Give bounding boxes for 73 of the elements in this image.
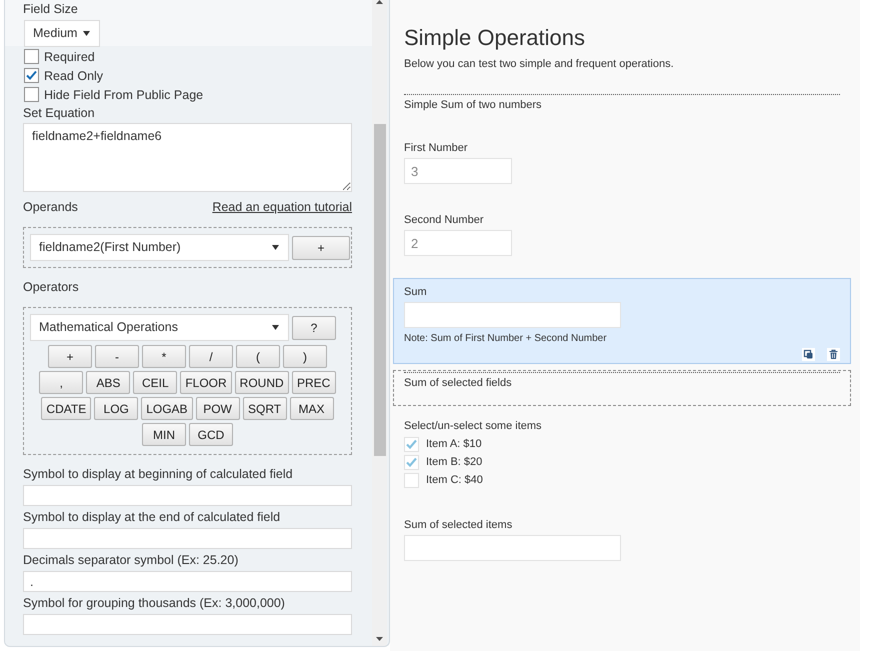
- size-select[interactable]: Medium: [24, 20, 100, 47]
- caret-icon: [83, 31, 90, 36]
- scrollbar-thumb[interactable]: [374, 124, 386, 456]
- field-label: Select/un-select some items: [404, 419, 543, 433]
- tutorial-link[interactable]: Read an equation tutorial: [212, 198, 352, 216]
- scrollbar[interactable]: [372, 0, 387, 646]
- operator-button[interactable]: CDATE: [41, 397, 92, 420]
- operator-button[interactable]: LOGAB: [141, 397, 193, 420]
- scroll-up-icon[interactable]: [376, 0, 383, 4]
- operator-button[interactable]: ): [283, 345, 327, 368]
- checkbox-label: Hide Field From Public Page: [44, 86, 204, 104]
- operator-button[interactable]: GCD: [189, 423, 233, 446]
- form-title: Simple Operations: [404, 24, 586, 52]
- checkbox[interactable]: [24, 68, 39, 83]
- calculated-field[interactable]: [404, 535, 621, 561]
- field-label: Symbol to display at the end of calculated field: [23, 509, 280, 526]
- section-title: Simple Sum of two numbers: [404, 98, 543, 112]
- operator-button[interactable]: ,: [39, 371, 84, 394]
- operator-button[interactable]: -: [95, 345, 139, 368]
- trash-icon[interactable]: [827, 348, 840, 361]
- operator-button[interactable]: FLOOR: [180, 371, 232, 394]
- dashed-section-block[interactable]: Sum of selected fields: [393, 370, 851, 406]
- caret-icon: [272, 245, 279, 250]
- checkbox-label: Read Only: [44, 68, 104, 84]
- field-label: Sum of selected items: [404, 518, 514, 532]
- field-label: Sum: [404, 285, 428, 299]
- operator-button[interactable]: +: [48, 345, 92, 368]
- text-field[interactable]: [23, 614, 352, 635]
- operator-button[interactable]: MAX: [290, 397, 334, 420]
- field-label: Field Size: [23, 1, 78, 18]
- copy-icon[interactable]: [802, 348, 815, 361]
- operator-button[interactable]: SQRT: [242, 397, 287, 420]
- checkbox[interactable]: [24, 49, 39, 64]
- checkbox-label: Required: [44, 48, 95, 66]
- operator-button[interactable]: LOG: [94, 397, 138, 420]
- checkbox-label: Item B: $20: [426, 454, 482, 470]
- field-note: Note: Sum of First Number + Second Number: [404, 332, 608, 346]
- field-label: Operators: [23, 279, 79, 296]
- field-label: Second Number: [404, 213, 484, 227]
- text-field[interactable]: [23, 528, 352, 549]
- calculated-field[interactable]: [404, 302, 621, 328]
- number-field[interactable]: 3: [404, 158, 512, 184]
- checkbox-label: Item A: $10: [426, 436, 482, 452]
- section-title: Sum of selected fields: [404, 376, 513, 390]
- checkbox-label: Item C: $40: [426, 472, 483, 488]
- text-field[interactable]: [23, 485, 352, 506]
- caret-icon: [272, 325, 279, 330]
- scroll-down-icon[interactable]: [376, 637, 383, 641]
- operator-button[interactable]: ROUND: [234, 371, 289, 394]
- operator-button[interactable]: ABS: [86, 371, 130, 394]
- field-label: Symbol to display at beginning of calculated field: [23, 466, 293, 483]
- field-label: Symbol for grouping thousands (Ex: 3,000,000): [23, 595, 285, 612]
- text-field[interactable]: .: [23, 571, 352, 592]
- selected-field-block[interactable]: Sum Note: Sum of First Number + Second Number: [393, 278, 851, 364]
- operator-button[interactable]: CEIL: [133, 371, 178, 394]
- equation-field[interactable]: fieldname2+fieldname6: [23, 123, 352, 192]
- operator-category-select[interactable]: Mathematical Operations: [30, 314, 289, 341]
- field-label: Set Equation: [23, 105, 95, 122]
- operator-button[interactable]: *: [142, 345, 186, 368]
- operator-button[interactable]: MIN: [142, 423, 186, 446]
- operand-select[interactable]: fieldname2(First Number): [30, 234, 289, 261]
- checkbox[interactable]: [24, 87, 39, 102]
- operator-button[interactable]: (: [236, 345, 280, 368]
- field-label: Operands: [23, 199, 78, 216]
- operator-button[interactable]: POW: [196, 397, 240, 420]
- operator-button[interactable]: /: [189, 345, 233, 368]
- field-label: First Number: [404, 141, 469, 155]
- help-button[interactable]: ?: [292, 316, 336, 340]
- form-description: Below you can test two simple and frequent operations.: [404, 57, 675, 72]
- add-operand-button[interactable]: +: [292, 236, 350, 260]
- number-field[interactable]: 2: [404, 230, 512, 256]
- field-label: Decimals separator symbol (Ex: 25.20): [23, 552, 238, 569]
- operator-button[interactable]: PREC: [292, 371, 336, 394]
